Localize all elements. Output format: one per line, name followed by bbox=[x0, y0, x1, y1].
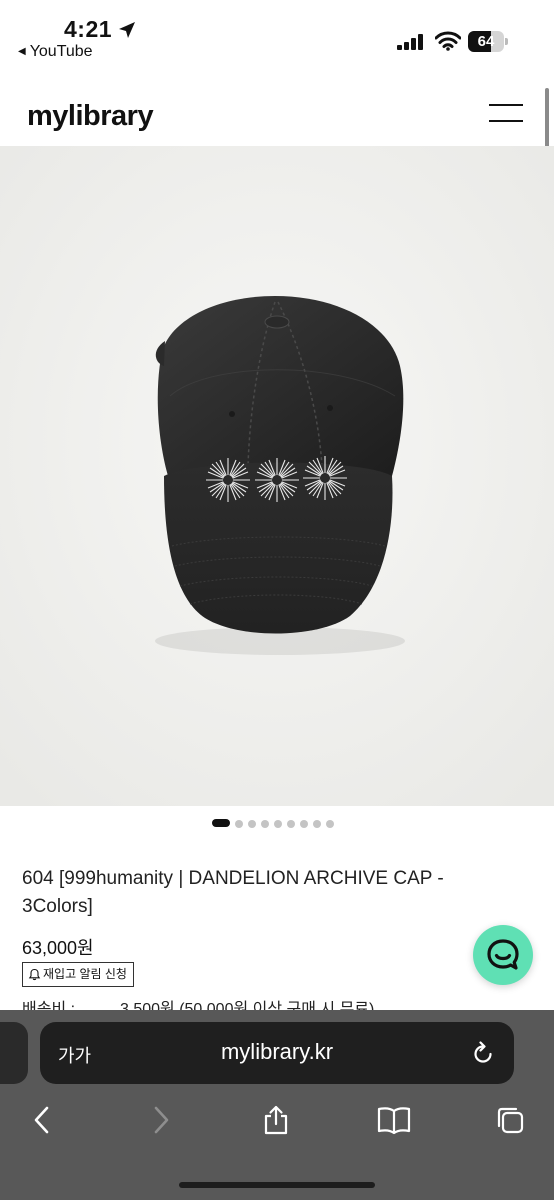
back-app-label: YouTube bbox=[29, 43, 93, 60]
chat-button[interactable] bbox=[473, 925, 533, 985]
menu-line-top bbox=[489, 104, 523, 106]
address-bar[interactable]: 가가 mylibrary.kr bbox=[40, 1022, 514, 1084]
share-icon[interactable] bbox=[261, 1105, 291, 1135]
carousel-dot[interactable] bbox=[300, 820, 308, 828]
product-image[interactable] bbox=[0, 146, 554, 806]
carousel-dot[interactable] bbox=[313, 820, 321, 828]
back-to-app-link[interactable]: ◀ YouTube bbox=[18, 43, 93, 61]
back-triangle-icon: ◀ bbox=[18, 46, 26, 57]
home-indicator bbox=[179, 1182, 375, 1188]
product-title: 604 [999humanity | DANDELION ARCHIVE CAP… bbox=[22, 868, 444, 917]
status-bar: 4:21 ◀ YouTube 64 bbox=[0, 0, 554, 80]
forward-chevron-icon[interactable] bbox=[146, 1105, 176, 1135]
black-cap-photo bbox=[0, 146, 554, 806]
menu-line-bottom bbox=[489, 120, 523, 122]
battery-indicator: 64 bbox=[468, 31, 508, 52]
carousel-dot[interactable] bbox=[287, 820, 295, 828]
bookmarks-icon[interactable] bbox=[377, 1105, 411, 1135]
battery-nub bbox=[505, 38, 508, 45]
carousel-dot[interactable] bbox=[326, 820, 334, 828]
product-price: 63,000원 bbox=[22, 938, 94, 958]
carousel-dot-active[interactable] bbox=[212, 819, 230, 827]
carousel-dot[interactable] bbox=[248, 820, 256, 828]
hamburger-menu-icon[interactable] bbox=[489, 104, 523, 122]
back-chevron-icon[interactable] bbox=[27, 1105, 57, 1135]
wifi-icon bbox=[435, 31, 461, 51]
battery-body: 64 bbox=[468, 31, 504, 52]
location-arrow-icon bbox=[119, 22, 135, 38]
bell-icon bbox=[28, 968, 41, 981]
reload-icon[interactable] bbox=[470, 1041, 496, 1067]
tabs-icon[interactable] bbox=[495, 1105, 525, 1135]
address-url[interactable]: mylibrary.kr bbox=[40, 1039, 514, 1065]
restock-alert-button[interactable]: 재입고 알림 신청 bbox=[22, 962, 134, 987]
site-logo[interactable]: mylibrary bbox=[27, 100, 154, 133]
carousel-dot[interactable] bbox=[261, 820, 269, 828]
site-header: mylibrary bbox=[0, 80, 554, 146]
battery-percent: 64 bbox=[477, 33, 495, 50]
previous-tab-peek[interactable] bbox=[0, 1022, 28, 1084]
chat-bubble-icon bbox=[487, 939, 519, 970]
status-time: 4:21 bbox=[64, 16, 113, 42]
cellular-signal-icon bbox=[397, 34, 423, 50]
carousel-dot[interactable] bbox=[274, 820, 282, 828]
carousel-dot[interactable] bbox=[235, 820, 243, 828]
screen: 4:21 ◀ YouTube 64 mylibrary 604 [999huma… bbox=[0, 0, 554, 1200]
browser-toolbar: 가가 mylibrary.kr bbox=[0, 1010, 554, 1200]
restock-label: 재입고 알림 신청 bbox=[43, 967, 127, 981]
